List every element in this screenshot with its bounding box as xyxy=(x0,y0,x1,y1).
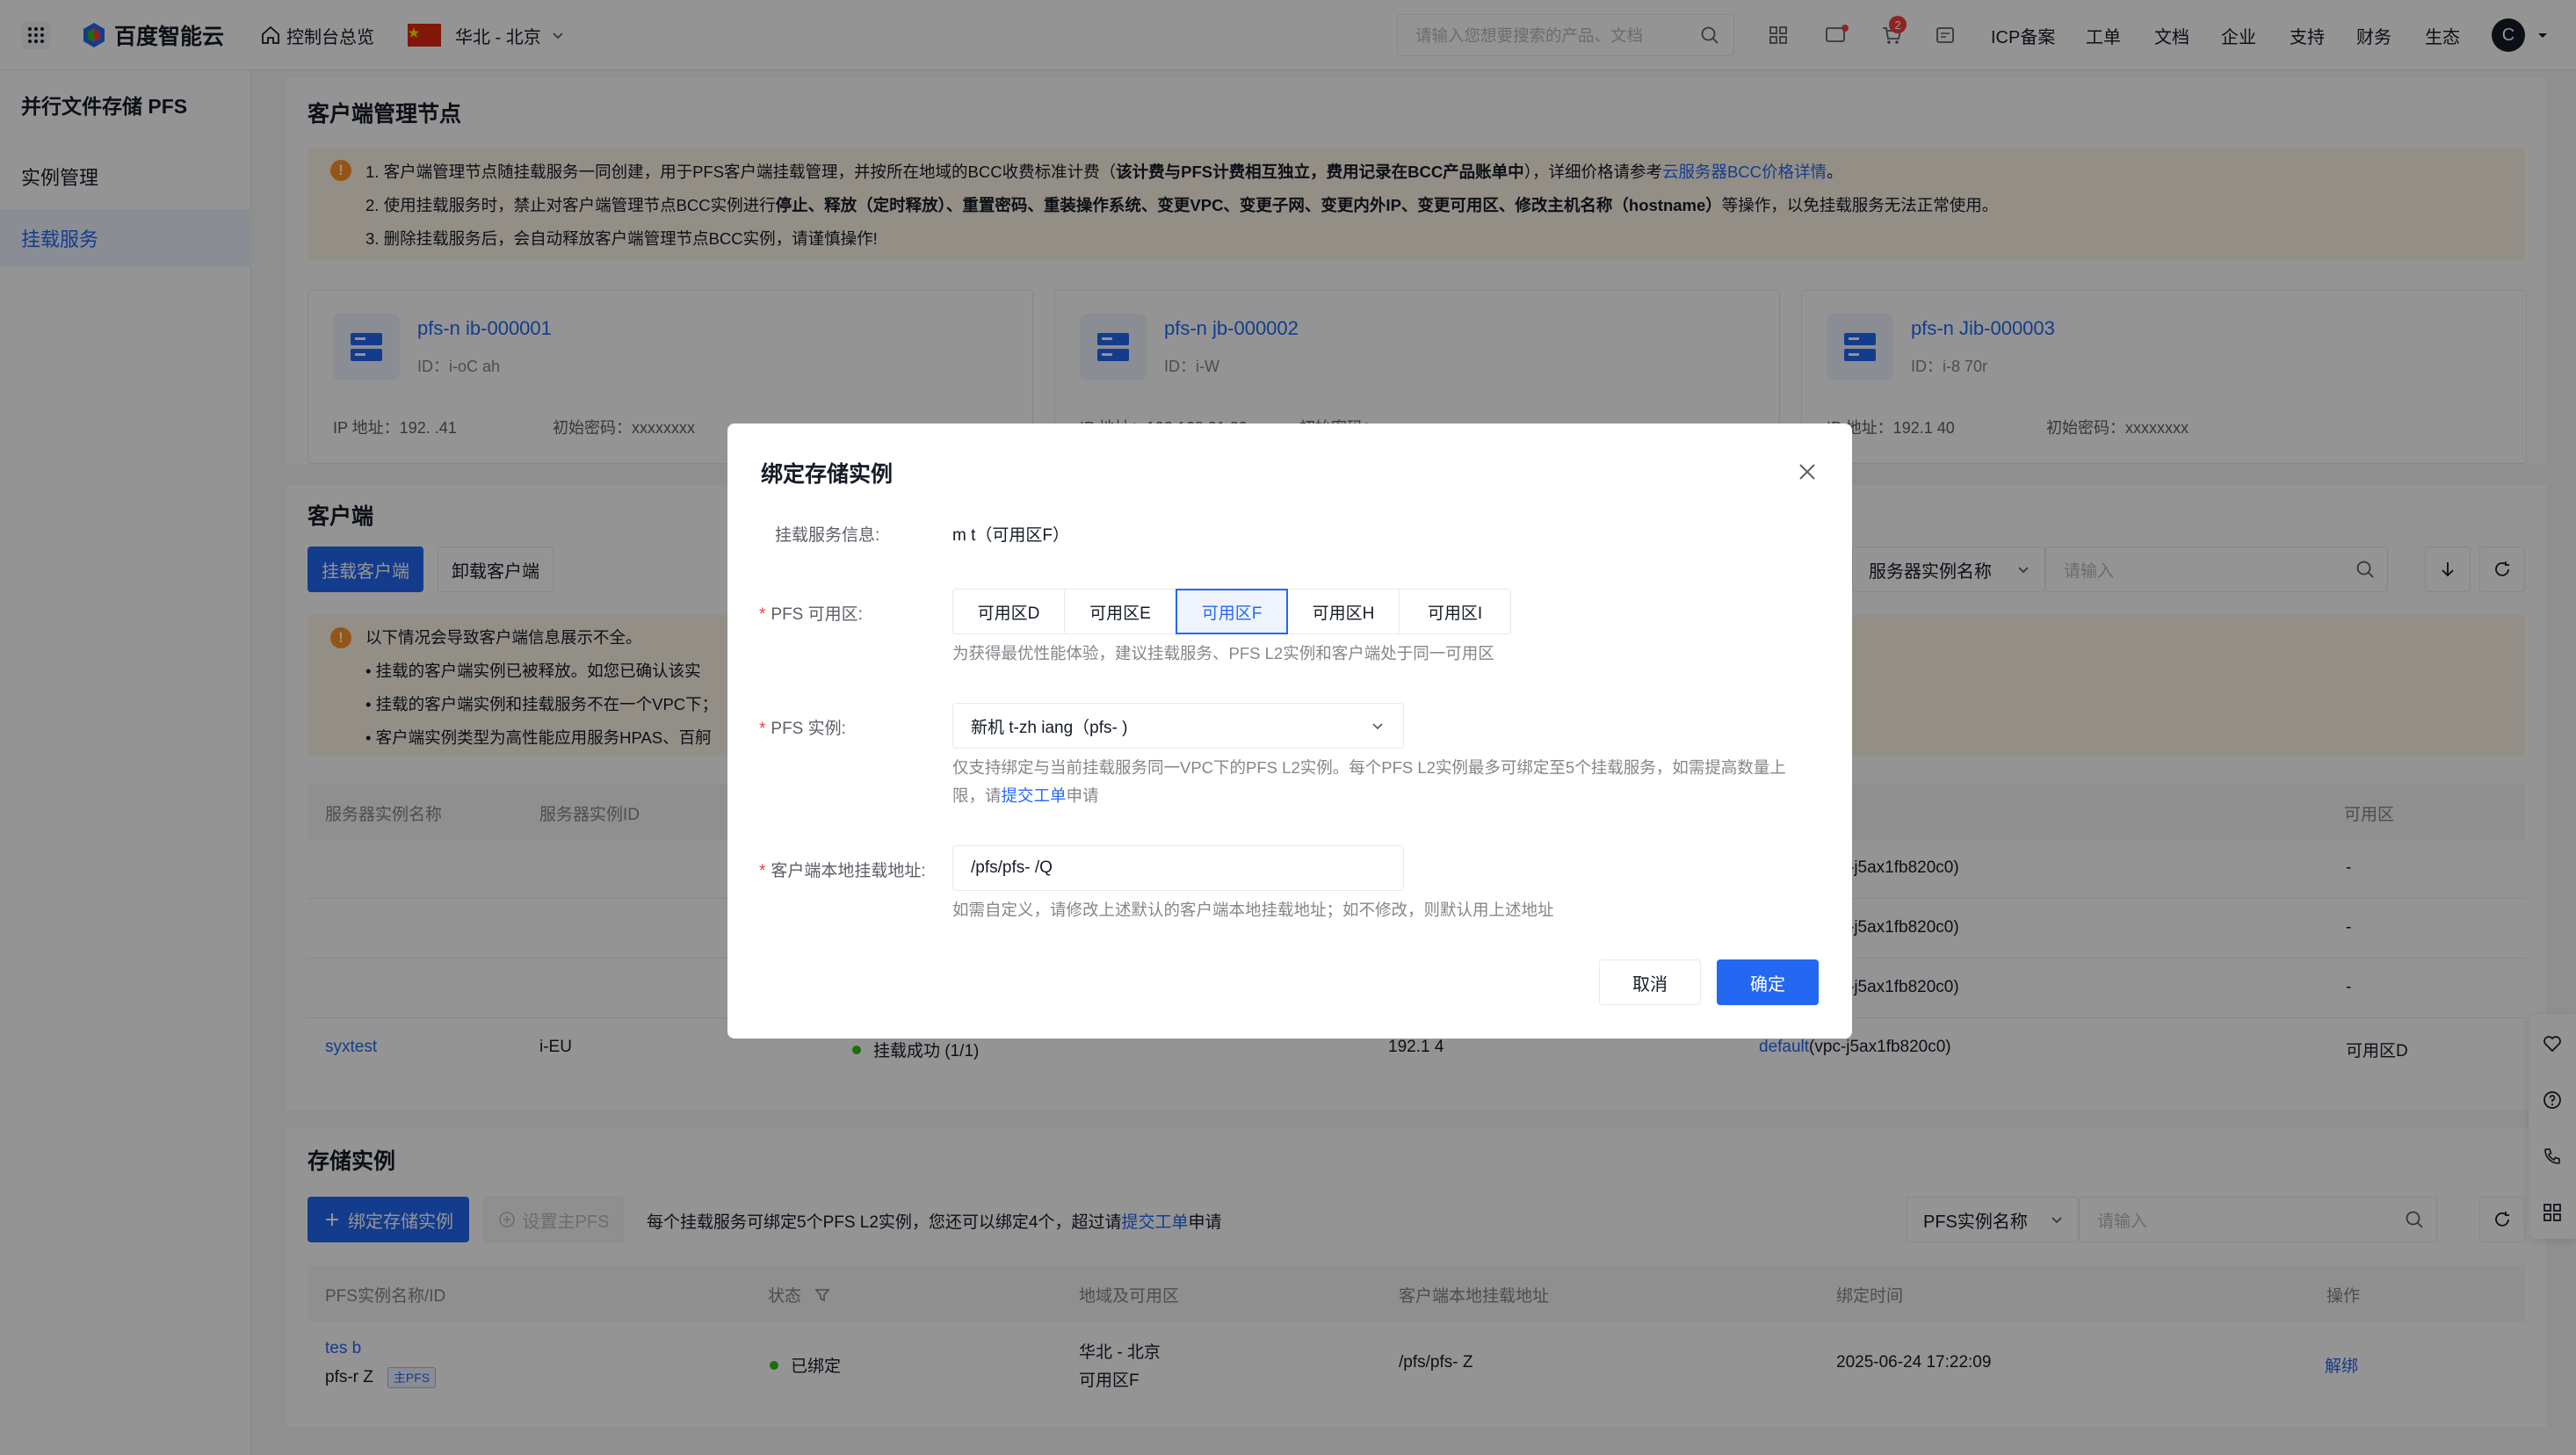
pfs-instance-hint-1: 仅支持绑定与当前挂载服务同一VPC下的PFS L2实例。每个PFS L2实例最多… xyxy=(952,758,1786,777)
confirm-button[interactable]: 确定 xyxy=(1717,959,1819,1005)
pfs-instance-select[interactable]: 新机 t-zh iang（pfs- ) xyxy=(952,703,1404,749)
submit-ticket-link[interactable]: 提交工单 xyxy=(1002,786,1067,805)
az-option-i[interactable]: 可用区I xyxy=(1399,589,1511,634)
pfs-instance-hint-2: 限，请提交工单申请 xyxy=(952,786,1099,805)
pfs-instance-label: * PFS 实例: xyxy=(759,720,846,738)
pfs-instance-value: 新机 t-zh iang（pfs- ) xyxy=(971,718,1128,737)
mount-path-hint: 如需自定义，请修改上述默认的客户端本地挂载地址；如不修改，则默认用上述地址 xyxy=(952,901,1554,919)
cancel-button[interactable]: 取消 xyxy=(1599,959,1701,1005)
chevron-down-icon xyxy=(1372,723,1383,730)
close-icon[interactable] xyxy=(1796,460,1819,483)
az-option-f[interactable]: 可用区F xyxy=(1176,589,1288,634)
dialog-title: 绑定存储实例 xyxy=(761,462,894,487)
az-option-h[interactable]: 可用区H xyxy=(1287,589,1400,634)
service-info-label: 挂载服务信息: xyxy=(775,526,880,545)
service-info-value: m t（可用区F） xyxy=(952,526,1069,545)
az-label: * PFS 可用区: xyxy=(759,605,863,624)
mount-path-label: * 客户端本地挂载地址: xyxy=(759,862,926,880)
az-option-e[interactable]: 可用区E xyxy=(1064,589,1176,634)
az-hint: 为获得最优性能体验，建议挂载服务、PFS L2实例和客户端处于同一可用区 xyxy=(952,644,1494,662)
bind-storage-dialog: 绑定存储实例 挂载服务信息: m t（可用区F） * PFS 可用区: 可用区D … xyxy=(727,423,1852,1039)
az-option-d[interactable]: 可用区D xyxy=(952,589,1065,634)
mount-path-input[interactable]: /pfs/pfs- /Q xyxy=(952,845,1404,891)
